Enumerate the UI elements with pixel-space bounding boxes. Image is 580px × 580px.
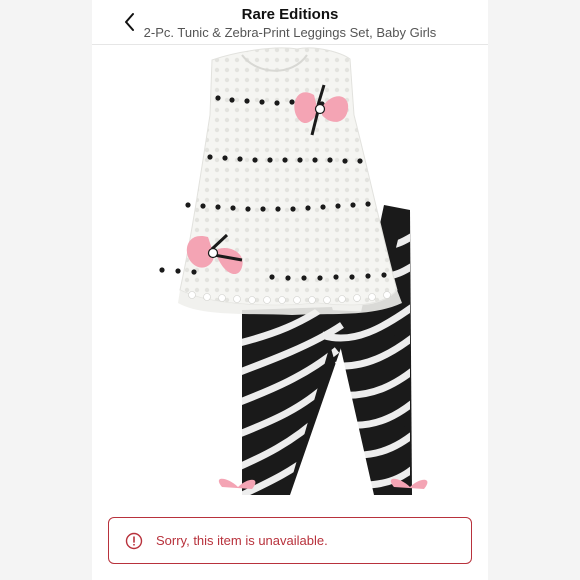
page-subtitle: 2-Pc. Tunic & Zebra-Print Leggings Set, … bbox=[143, 25, 437, 40]
product-image[interactable] bbox=[92, 45, 488, 515]
unavailable-alert: Sorry, this item is unavailable. bbox=[108, 517, 472, 564]
page-title: Rare Editions bbox=[241, 6, 339, 23]
alert-circle-icon bbox=[125, 532, 143, 550]
left-margin bbox=[0, 0, 92, 580]
right-margin bbox=[488, 0, 580, 580]
lace-tunic bbox=[159, 47, 402, 315]
product-photo bbox=[159, 47, 428, 495]
alert-message: Sorry, this item is unavailable. bbox=[156, 533, 328, 548]
